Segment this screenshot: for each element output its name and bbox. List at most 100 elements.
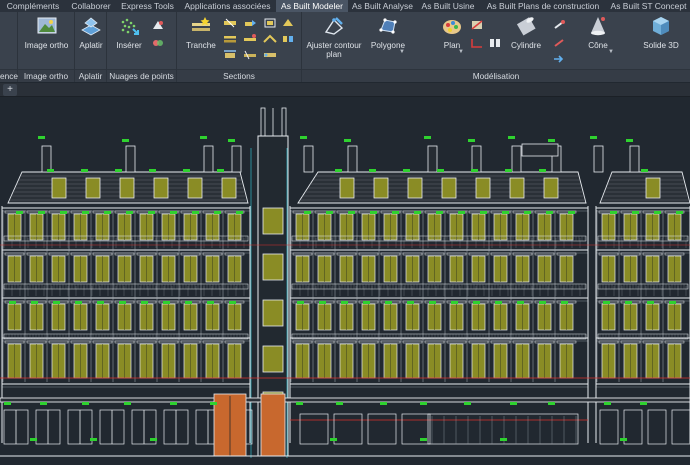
drawing-line — [214, 211, 221, 214]
drawing-line — [335, 169, 342, 172]
drawing-line — [620, 340, 641, 344]
aplatir-button[interactable]: Aplatir — [77, 14, 105, 50]
plan-tool-icon[interactable] — [470, 36, 484, 48]
drawing-line — [185, 301, 192, 304]
drawing-line — [424, 340, 445, 344]
drawing-line — [150, 438, 157, 441]
plan-tool-icon[interactable] — [488, 36, 502, 48]
drawing-line — [339, 177, 355, 199]
plan-button[interactable]: Plan — [438, 14, 466, 50]
tab-as-built-st-concept[interactable]: As Built ST Concept — [607, 0, 690, 12]
drawing-line — [358, 340, 379, 344]
point-cloud-color-icon[interactable] — [151, 36, 165, 48]
panel-title: ences — [0, 69, 23, 82]
drawing-line — [468, 139, 475, 142]
tab-complements[interactable]: Compléments — [0, 0, 66, 12]
inserer-icon — [117, 14, 141, 38]
drawing-line — [512, 252, 533, 256]
drawing-line — [610, 211, 617, 214]
plan-icon — [440, 14, 464, 38]
polygone-dropdown-icon[interactable]: ▼ — [399, 49, 405, 55]
drawing-line — [192, 211, 199, 214]
section-tool-icon[interactable] — [223, 32, 237, 44]
drawing-line — [647, 409, 667, 445]
drawing-line — [16, 211, 23, 214]
ajuster-contour-icon — [322, 14, 346, 38]
drawing-line — [81, 169, 88, 172]
section-tool-icon[interactable] — [243, 16, 257, 28]
section-tool-icon[interactable] — [263, 48, 277, 60]
drawing-line — [92, 252, 113, 256]
drawing-line — [200, 136, 207, 139]
plan-dropdown-icon[interactable]: ▼ — [458, 49, 464, 55]
drawing-line — [210, 402, 217, 405]
tab-applications-associees[interactable]: Applications associées — [179, 0, 276, 12]
solide-3d-button[interactable]: Solide 3D — [638, 14, 684, 50]
tab-express-tools[interactable]: Express Tools — [116, 0, 179, 12]
section-tool-icon[interactable] — [223, 48, 237, 60]
drawing-line — [548, 402, 555, 405]
drawing-line — [336, 252, 357, 256]
ajuster-contour-plan-button[interactable]: Ajuster contour plan — [302, 14, 366, 59]
panel-sections: Tranche Sections — [177, 12, 302, 82]
drawing-line — [402, 340, 423, 344]
drawing-line — [158, 252, 179, 256]
drawing-line — [136, 340, 157, 344]
drawing-line — [632, 211, 639, 214]
tab-collaborer[interactable]: Collaborer — [66, 0, 116, 12]
tab-as-built-modeler[interactable]: As Built Modeler — [276, 0, 348, 12]
drawing-line — [380, 340, 401, 344]
section-tool-icon[interactable] — [281, 32, 295, 44]
drawing-line — [333, 413, 363, 445]
drawing-line — [170, 211, 177, 214]
new-tab-button[interactable]: + — [3, 84, 17, 96]
drawing-line — [402, 252, 423, 256]
drawing-line — [385, 301, 392, 304]
drawing-line — [97, 301, 104, 304]
drawing-line — [598, 340, 619, 344]
point-cloud-tool-icon[interactable] — [151, 18, 165, 30]
tab-as-built-usine[interactable]: As Built Usine — [417, 0, 479, 12]
drawing-line — [0, 397, 690, 403]
drawing-line — [119, 301, 126, 304]
drawing-line — [224, 252, 245, 256]
plan-tool-icon[interactable] — [470, 18, 484, 30]
drawing-line — [626, 139, 633, 142]
section-tool-icon[interactable] — [263, 32, 277, 44]
drawing-line — [4, 252, 25, 256]
drawing-line — [403, 169, 410, 172]
section-tool-icon[interactable] — [263, 16, 277, 28]
section-tool-icon[interactable] — [243, 48, 257, 60]
drawing-line — [373, 177, 389, 199]
drawing-line — [380, 402, 387, 405]
cone-button[interactable]: Cône — [580, 14, 616, 50]
drawing-line — [148, 211, 155, 214]
cylinder-tool-icon[interactable] — [552, 36, 566, 48]
tranche-icon — [189, 14, 213, 38]
drawing-line — [620, 252, 641, 256]
drawing-line — [262, 299, 284, 327]
drawing-line — [510, 402, 517, 405]
drawing-line — [163, 301, 170, 304]
cylindre-button[interactable]: Cylindre — [506, 14, 546, 50]
drawing-line — [524, 211, 531, 214]
section-tool-icon[interactable] — [223, 16, 237, 28]
section-tool-icon[interactable] — [281, 16, 295, 28]
tranche-button[interactable]: Tranche — [181, 14, 221, 50]
cone-dropdown-icon[interactable]: ▼ — [608, 49, 614, 55]
drawing-line — [158, 340, 179, 344]
drawing-line — [82, 211, 89, 214]
section-tool-icon[interactable] — [243, 32, 257, 44]
tab-as-built-plans-de-construction[interactable]: As Built Plans de construction — [479, 0, 607, 12]
cylinder-tool-icon[interactable] — [552, 18, 566, 30]
drawing-line — [297, 301, 304, 304]
drawing-canvas[interactable] — [0, 98, 690, 465]
drawing-line — [228, 139, 235, 142]
tab-as-built-analyse[interactable]: As Built Analyse — [348, 0, 417, 12]
image-ortho-button[interactable]: Image ortho — [24, 14, 69, 50]
drawing-line — [593, 145, 604, 173]
inserer-button[interactable]: Insérer — [111, 14, 147, 50]
cylinder-tool-icon[interactable] — [552, 52, 566, 64]
drawing-line — [568, 211, 575, 214]
polygone-button[interactable]: Polygone — [366, 14, 410, 50]
